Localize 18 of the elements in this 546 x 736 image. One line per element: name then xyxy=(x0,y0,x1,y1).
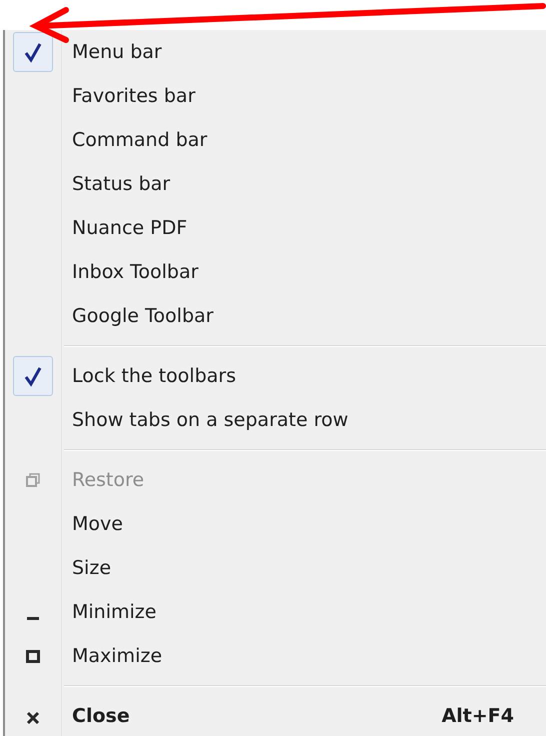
menu-item[interactable]: Command bar xyxy=(5,118,546,162)
shortcut-label: Alt+F4 xyxy=(442,704,515,729)
menu-item[interactable]: Inbox Toolbar xyxy=(5,250,546,294)
menu-item[interactable]: Menu bar xyxy=(5,30,546,74)
menu-item[interactable]: Favorites bar xyxy=(5,74,546,118)
menu-item[interactable]: Status bar xyxy=(5,162,546,206)
menu-item[interactable]: Nuance PDF xyxy=(5,206,546,250)
menu-item[interactable]: Lock the toolbars xyxy=(5,354,546,398)
menu-item[interactable]: Move xyxy=(5,502,546,546)
menu-item[interactable]: Close Alt+F4 xyxy=(5,694,546,736)
menu-item[interactable]: Show tabs on a separate row xyxy=(5,398,546,442)
minimize-icon xyxy=(25,616,41,620)
restore-icon xyxy=(25,472,41,488)
maximize-icon xyxy=(25,648,41,664)
menu-item[interactable]: Google Toolbar xyxy=(5,294,546,338)
menu-item[interactable]: Size xyxy=(5,546,546,590)
menu-item[interactable]: Maximize xyxy=(5,634,546,678)
menu-item[interactable]: Minimize xyxy=(5,590,546,634)
